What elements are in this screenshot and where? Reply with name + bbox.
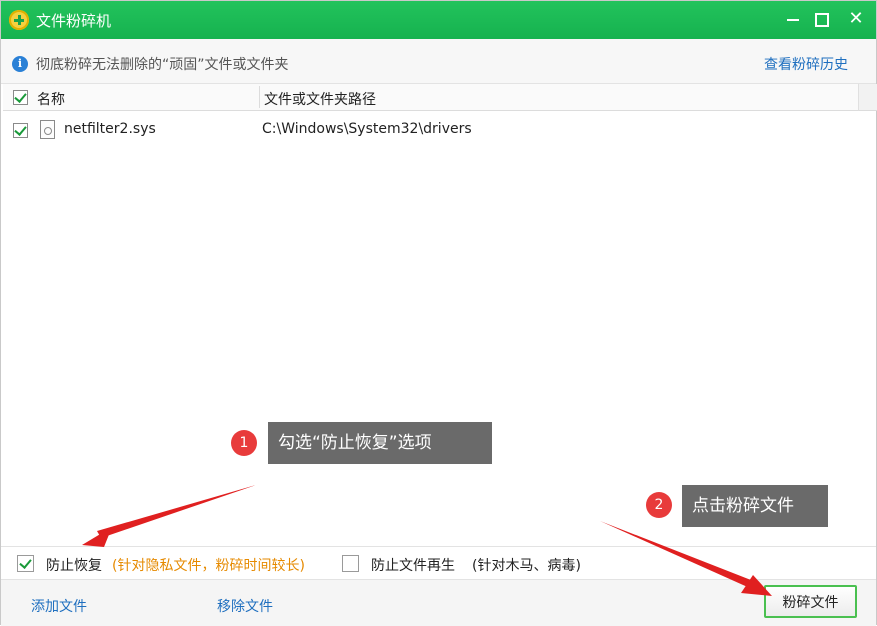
footer-bar: 添加文件 移除文件 粉碎文件 (1, 579, 876, 626)
prevent-regeneration-checkbox[interactable] (342, 555, 359, 572)
view-shred-history-link[interactable]: 查看粉碎历史 (764, 54, 848, 74)
checkmark-icon (14, 90, 27, 103)
prevent-recovery-note: (针对隐私文件，粉碎时间较长) (112, 558, 305, 574)
file-name: netfilter2.sys (64, 121, 156, 137)
app-logo-icon (9, 10, 29, 30)
minimize-icon (787, 18, 799, 21)
prevent-recovery-checkbox[interactable] (17, 555, 34, 572)
column-header-name[interactable]: 名称 (37, 89, 65, 109)
info-text: 彻底粉碎无法删除的“顽固”文件或文件夹 (36, 57, 289, 73)
checkmark-icon (14, 123, 27, 136)
window-title: 文件粉碎机 (36, 12, 112, 30)
prevent-regeneration-label[interactable]: 防止文件再生 (371, 555, 455, 575)
title-bar[interactable]: 文件粉碎机 ✕ (1, 1, 876, 39)
prevent-recovery-label[interactable]: 防止恢复 (46, 555, 102, 575)
minimize-button[interactable] (781, 8, 805, 30)
checkmark-icon (19, 556, 32, 569)
file-path: C:\Windows\System32\drivers (262, 121, 472, 137)
shred-file-button[interactable]: 粉碎文件 (764, 585, 857, 618)
column-header-path[interactable]: 文件或文件夹路径 (264, 89, 376, 109)
table-row[interactable]: netfilter2.sys C:\Windows\System32\drive… (3, 115, 858, 143)
file-shredder-window: 文件粉碎机 ✕ i 彻底粉碎无法删除的“顽固”文件或文件夹 查看粉碎历史 名称 … (0, 0, 877, 626)
prevent-regeneration-note: (针对木马、病毒) (472, 558, 581, 574)
file-table-header: 名称 文件或文件夹路径 (3, 84, 858, 111)
step-1-badge: 1 (231, 430, 257, 456)
column-divider[interactable] (259, 86, 260, 108)
step-2-callout: 点击粉碎文件 (682, 485, 828, 527)
select-all-checkbox[interactable] (13, 90, 28, 105)
maximize-button[interactable] (810, 8, 834, 30)
system-file-icon (40, 120, 55, 139)
maximize-icon (815, 12, 829, 27)
add-file-link[interactable]: 添加文件 (31, 596, 87, 616)
info-icon: i (12, 56, 28, 72)
close-button[interactable]: ✕ (844, 8, 868, 30)
step-2-badge: 2 (646, 492, 672, 518)
shred-options: 防止恢复 (针对隐私文件，粉碎时间较长) 防止文件再生 (针对木马、病毒) (1, 546, 876, 579)
scrollbar-header (858, 84, 877, 111)
step-1-callout: 勾选“防止恢复”选项 (268, 422, 492, 464)
info-bar: i 彻底粉碎无法删除的“顽固”文件或文件夹 查看粉碎历史 (1, 39, 876, 84)
row-checkbox[interactable] (13, 123, 28, 138)
remove-file-link[interactable]: 移除文件 (217, 596, 273, 616)
